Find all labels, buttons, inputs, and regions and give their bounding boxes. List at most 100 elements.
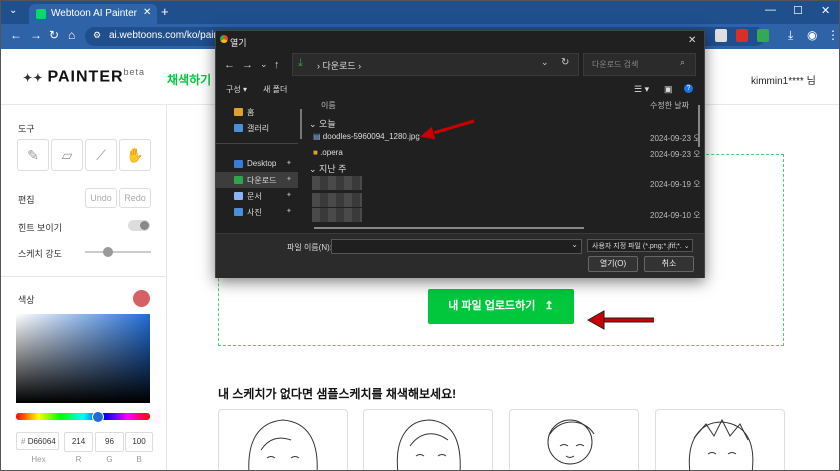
downloads-icon <box>234 176 243 184</box>
eyedropper-tool-button[interactable]: ⟋ <box>85 139 117 171</box>
path-refresh-icon[interactable]: ↻ <box>561 57 569 68</box>
logo[interactable]: ✦✦ PAINTERbeta <box>23 67 145 86</box>
g-input[interactable]: 96 <box>95 432 124 452</box>
nav-home[interactable]: 홈 <box>216 104 298 120</box>
file-row-doodles[interactable]: ▤ doodles-5960094_1280.jpg <box>313 132 420 141</box>
nav-pictures[interactable]: 사진 ✦ <box>216 204 298 220</box>
column-date-header[interactable]: 수정한 날짜 <box>650 100 689 111</box>
sparkle-icon: ✦✦ <box>23 72 48 85</box>
sketch-strength-slider[interactable] <box>85 247 151 257</box>
sample-sketch-card[interactable] <box>363 409 493 470</box>
nav-gallery[interactable]: 갤러리 <box>216 120 298 136</box>
redo-button[interactable]: Redo <box>119 188 151 208</box>
dialog-search-placeholder: 다운로드 검색 <box>592 60 639 69</box>
sample-sketch-card[interactable] <box>218 409 348 470</box>
view-options-icon[interactable]: ☰ ▾ <box>634 84 649 95</box>
blurred-file-row[interactable] <box>312 208 362 222</box>
path-folder[interactable]: 다운로드 <box>323 61 356 71</box>
sketch-girl-3 <box>547 419 595 465</box>
file-open-dialog: 열기 ✕ ← → ⌄ ↑ ⤓ › 다운로드 › ⌄ ↻ 다운로드 검색 ⌕ 구성… <box>215 30 705 278</box>
tab-webtoon-painter[interactable]: Webtoon AI Painter ✕ <box>29 4 157 24</box>
folder-icon: ■ <box>313 148 318 157</box>
hand-tool-button[interactable]: ✋ <box>119 139 151 171</box>
nav-divider <box>216 143 298 144</box>
preview-pane-icon[interactable]: ▣ <box>664 84 673 95</box>
documents-icon <box>234 192 243 200</box>
cancel-button[interactable]: 취소 <box>644 256 694 272</box>
back-icon[interactable]: ← <box>10 28 22 42</box>
maximize-button[interactable]: ☐ <box>793 4 803 17</box>
current-color-swatch[interactable] <box>133 290 150 307</box>
blurred-file-row[interactable] <box>312 176 362 190</box>
path-chevron: › <box>317 61 320 71</box>
b-input[interactable]: 100 <box>125 432 153 452</box>
hue-handle[interactable] <box>92 411 104 423</box>
hue-slider[interactable] <box>16 411 150 423</box>
nav-colorize[interactable]: 채색하기 <box>167 71 211 88</box>
beta-badge: beta <box>123 67 146 77</box>
nav-downloads[interactable]: 다운로드 ✦ <box>216 172 298 188</box>
tools-title: 도구 <box>18 124 35 134</box>
chrome-menu-icon[interactable]: ⋮ <box>827 28 839 42</box>
site-info-icon[interactable]: ⚙ <box>93 30 101 41</box>
dialog-path-bar[interactable]: ⤓ › 다운로드 › ⌄ ↻ <box>292 53 579 76</box>
vertical-scrollbar[interactable] <box>698 105 700 147</box>
undo-button[interactable]: Undo <box>85 188 117 208</box>
color-saturation-picker[interactable] <box>16 314 150 403</box>
brush-tool-button[interactable]: ✎ <box>17 139 49 171</box>
reload-icon[interactable]: ↻ <box>49 28 59 42</box>
new-tab-button[interactable]: + <box>161 4 169 19</box>
nav-desktop[interactable]: Desktop ✦ <box>216 156 298 172</box>
eraser-icon: ▱ <box>61 147 73 163</box>
dialog-recent-chevron-icon[interactable]: ⌄ <box>260 59 268 70</box>
hex-input[interactable]: # D66064 <box>16 432 59 450</box>
help-icon[interactable]: ? <box>684 84 693 93</box>
group-last-week[interactable]: ⌄ 지난 주 <box>309 162 346 175</box>
tab-list-chevron-icon[interactable]: ⌄ <box>9 5 17 16</box>
file-row-opera[interactable]: ■ .opera <box>313 148 343 157</box>
filetype-select[interactable]: 사용자 지정 파일 (*.png;*.jfif;*. ⌄ <box>587 239 693 252</box>
dialog-search-input[interactable]: 다운로드 검색 ⌕ <box>583 53 696 76</box>
eraser-tool-button[interactable]: ▱ <box>51 139 83 171</box>
upload-file-button[interactable]: 내 파일 업로드하기 ↥ <box>428 289 574 324</box>
dialog-up-icon[interactable]: ↑ <box>274 59 280 71</box>
download-icon[interactable]: ⤓ <box>788 28 793 43</box>
upload-button-label: 내 파일 업로드하기 <box>448 300 536 312</box>
extension-green-icon[interactable] <box>757 29 769 42</box>
blurred-file-row[interactable] <box>312 193 362 207</box>
dialog-forward-icon[interactable]: → <box>242 59 253 71</box>
filename-dropdown-icon[interactable]: ⌄ <box>571 240 578 249</box>
extension-icon[interactable] <box>715 29 727 42</box>
hint-toggle[interactable] <box>128 220 150 231</box>
sketch-girl-2 <box>396 419 461 470</box>
new-folder-button[interactable]: 새 폴더 <box>263 84 287 95</box>
filename-label: 파일 이름(N): <box>287 243 332 252</box>
filename-input[interactable]: ⌄ <box>331 239 582 254</box>
sample-sketch-card[interactable] <box>509 409 639 470</box>
open-button[interactable]: 열기(O) <box>588 256 638 272</box>
dialog-close-button[interactable]: ✕ <box>688 35 696 46</box>
slider-handle[interactable] <box>103 247 113 257</box>
r-input[interactable]: 214 <box>64 432 93 452</box>
close-window-button[interactable]: ✕ <box>821 4 830 17</box>
browser-tab-bar: ⌄ Webtoon AI Painter ✕ + — ☐ ✕ <box>1 1 839 24</box>
sketch-strength-label: 스케치 강도 <box>18 249 62 259</box>
home-icon[interactable]: ⌂ <box>68 28 75 42</box>
file-date: 2024-09-23 오 <box>650 134 701 143</box>
profile-icon[interactable]: ◉ <box>807 28 817 42</box>
nav-documents[interactable]: 문서 ✦ <box>216 188 298 204</box>
path-dropdown-icon[interactable]: ⌄ <box>541 57 549 68</box>
tab-close-icon[interactable]: ✕ <box>143 7 151 18</box>
organize-menu[interactable]: 구성 ▾ <box>226 84 247 95</box>
nav-scrollbar[interactable] <box>300 109 302 139</box>
user-name[interactable]: kimmin1**** 님 <box>751 72 816 87</box>
extension-red-icon[interactable] <box>736 29 748 42</box>
dialog-back-icon[interactable]: ← <box>224 59 235 71</box>
annotation-arrow-upload <box>586 310 654 330</box>
sample-sketch-card[interactable] <box>655 409 785 470</box>
minimize-button[interactable]: — <box>765 4 776 16</box>
group-today[interactable]: ⌄ 오늘 <box>309 117 336 130</box>
horizontal-scrollbar[interactable] <box>314 227 584 229</box>
column-name-header[interactable]: 이름 <box>321 100 336 111</box>
forward-icon[interactable]: → <box>30 28 42 42</box>
